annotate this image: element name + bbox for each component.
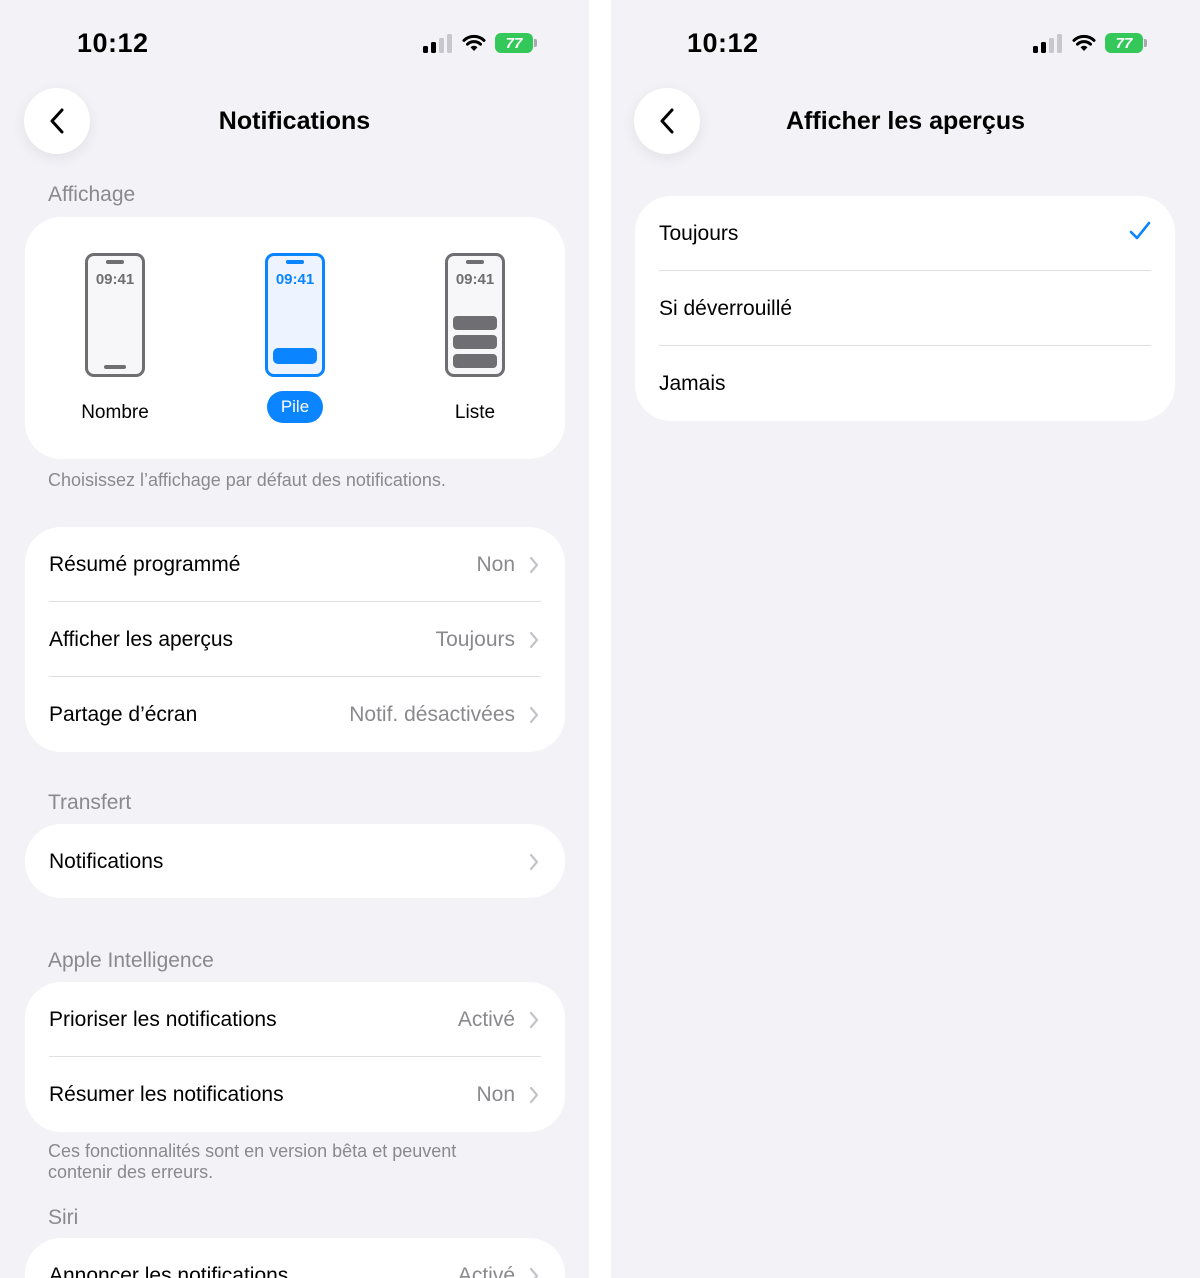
section-header-display: Affichage xyxy=(48,183,136,206)
display-footnote: Choisissez l’affichage par défaut des no… xyxy=(48,470,446,490)
notifications-screen: 10:12 77 Notifications Affichage 09:41 N… xyxy=(0,0,589,1278)
checkmark-icon xyxy=(1129,221,1151,247)
display-option-label: Nombre xyxy=(81,401,149,423)
display-option-list[interactable]: 09:41 Liste xyxy=(415,253,535,428)
settings-card-siri: Annoncer les notifications Activé xyxy=(25,1238,565,1278)
status-time: 10:12 xyxy=(687,28,759,58)
settings-card-main: Résumé programmé Non Afficher les aperçu… xyxy=(25,527,565,752)
display-option-label-selected: Pile xyxy=(266,391,324,423)
show-previews-screen: 10:12 77 Afficher les aperçus Toujours S… xyxy=(611,0,1200,1278)
option-never[interactable]: Jamais xyxy=(635,346,1175,421)
settings-card-transfer: Notifications xyxy=(25,824,565,898)
battery-icon: 77 xyxy=(495,33,537,53)
page-title: Notifications xyxy=(218,107,371,135)
row-announce-notifications[interactable]: Annoncer les notifications Activé xyxy=(25,1238,565,1278)
section-header-siri: Siri xyxy=(48,1206,79,1229)
battery-icon: 77 xyxy=(1105,33,1147,53)
display-option-label: Liste xyxy=(454,401,496,423)
chevron-right-icon xyxy=(529,1085,541,1105)
wifi-icon xyxy=(1072,34,1096,51)
row-transfer-notifications[interactable]: Notifications xyxy=(25,824,565,898)
page-title: Afficher les aperçus xyxy=(786,107,1025,135)
row-scheduled-summary[interactable]: Résumé programmé Non xyxy=(25,527,565,602)
chevron-right-icon xyxy=(529,555,541,575)
phone-preview-count: 09:41 xyxy=(85,253,145,377)
status-icons: 77 xyxy=(1033,33,1147,53)
section-header-transfer: Transfert xyxy=(48,791,132,814)
section-header-apple-intelligence: Apple Intelligence xyxy=(48,949,214,972)
display-option-count[interactable]: 09:41 Nombre xyxy=(55,253,175,428)
option-always[interactable]: Toujours xyxy=(635,196,1175,271)
chevron-right-icon xyxy=(529,705,541,725)
row-screen-sharing[interactable]: Partage d’écran Notif. désactivées xyxy=(25,677,565,752)
preview-options-card: Toujours Si déverrouillé Jamais xyxy=(635,196,1175,421)
status-time: 10:12 xyxy=(77,28,149,58)
ai-footnote: Ces fonctionnalités sont en version bêta… xyxy=(48,1141,457,1182)
settings-card-apple-intelligence: Prioriser les notifications Activé Résum… xyxy=(25,982,565,1132)
row-summarize-notifications[interactable]: Résumer les notifications Non xyxy=(25,1057,565,1132)
wifi-icon xyxy=(462,34,486,51)
phone-preview-list: 09:41 xyxy=(445,253,505,377)
chevron-right-icon xyxy=(529,1266,541,1278)
display-style-card: 09:41 Nombre 09:41 Pile 09:41 Liste xyxy=(25,217,565,459)
chevron-right-icon xyxy=(529,852,541,872)
phone-preview-stack: 09:41 xyxy=(265,253,325,377)
display-option-stack[interactable]: 09:41 Pile xyxy=(235,253,355,423)
status-icons: 77 xyxy=(423,33,537,53)
chevron-right-icon xyxy=(529,1010,541,1030)
row-prioritize-notifications[interactable]: Prioriser les notifications Activé xyxy=(25,982,565,1057)
signal-icon xyxy=(1033,34,1062,53)
option-if-unlocked[interactable]: Si déverrouillé xyxy=(635,271,1175,346)
signal-icon xyxy=(423,34,452,53)
chevron-right-icon xyxy=(529,630,541,650)
row-show-previews[interactable]: Afficher les aperçus Toujours xyxy=(25,602,565,677)
